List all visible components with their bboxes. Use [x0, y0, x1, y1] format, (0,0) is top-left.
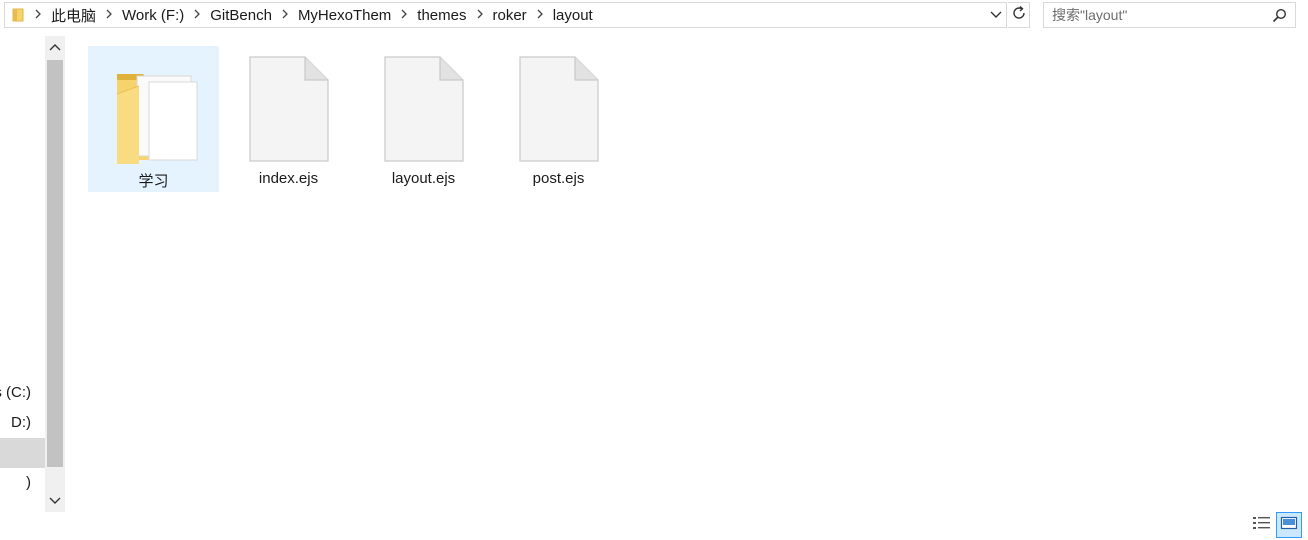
chevron-right-icon[interactable] [100, 8, 118, 22]
file-name: 学习 [138, 173, 169, 190]
breadcrumb-item[interactable]: 此电脑 [47, 5, 100, 26]
file-name: layout.ejs [391, 170, 456, 187]
file-name: post.ejs [532, 170, 585, 187]
nav-item-drive-d[interactable]: D:) [0, 408, 45, 438]
search-placeholder: 搜索"layout" [1052, 7, 1128, 23]
breadcrumb: 此电脑 Work (F:) GitBench MyHexoThem themes roke… [29, 5, 597, 26]
breadcrumb-item[interactable]: GitBench [206, 7, 276, 24]
chevron-right-icon[interactable] [531, 8, 549, 22]
breadcrumb-item[interactable]: roker [489, 7, 531, 24]
chevron-right-icon[interactable] [471, 8, 489, 22]
chevron-up-icon [49, 38, 61, 56]
scroll-down-button[interactable] [45, 490, 65, 512]
breadcrumb-item[interactable]: layout [549, 7, 597, 24]
details-view-icon [1252, 515, 1272, 536]
document-icon [514, 54, 604, 164]
nav-item-label: s (C:) [0, 384, 31, 401]
file-item-layout-ejs[interactable]: layout.ejs [358, 46, 489, 192]
chevron-right-icon[interactable] [188, 8, 206, 22]
file-name: index.ejs [258, 170, 319, 187]
large-icons-view-button[interactable] [1276, 512, 1302, 538]
breadcrumb-item[interactable]: themes [413, 7, 470, 24]
file-list: 学习 index.ejs layout.ejs post.ejs [66, 36, 1308, 512]
breadcrumb-item[interactable]: Work (F:) [118, 7, 188, 24]
folder-icon [109, 54, 199, 164]
refresh-button[interactable] [1008, 2, 1030, 28]
large-icons-view-icon [1280, 515, 1298, 536]
chevron-right-icon[interactable] [276, 8, 294, 22]
refresh-icon [1011, 5, 1027, 26]
file-item-folder[interactable]: 学习 [88, 46, 219, 192]
chevron-right-icon[interactable] [395, 8, 413, 22]
scroll-thumb[interactable] [47, 60, 63, 467]
nav-item-drive-c[interactable]: s (C:) [0, 378, 45, 408]
search-input[interactable]: 搜索"layout" [1043, 2, 1296, 28]
chevron-down-icon [49, 492, 61, 510]
file-item-post-ejs[interactable]: post.ejs [493, 46, 624, 192]
document-icon [379, 54, 469, 164]
nav-scrollbar[interactable] [45, 36, 65, 512]
navigation-pane: s (C:) D:) ) [0, 36, 45, 512]
chevron-down-icon[interactable] [986, 3, 1006, 27]
scroll-up-button[interactable] [45, 36, 65, 58]
nav-item-label: ) [26, 474, 31, 491]
details-view-button[interactable] [1249, 512, 1275, 538]
document-icon [244, 54, 334, 164]
chevron-right-icon[interactable] [29, 8, 47, 22]
address-bar[interactable]: 此电脑 Work (F:) GitBench MyHexoThem themes roke… [4, 2, 1007, 28]
nav-item-selected[interactable] [0, 438, 45, 468]
nav-item-label: D:) [11, 414, 31, 431]
search-icon[interactable] [1272, 8, 1287, 26]
nav-item-drive[interactable]: ) [0, 468, 45, 498]
breadcrumb-item[interactable]: MyHexoThem [294, 7, 395, 24]
file-item-index-ejs[interactable]: index.ejs [223, 46, 354, 192]
folder-icon [11, 8, 25, 22]
